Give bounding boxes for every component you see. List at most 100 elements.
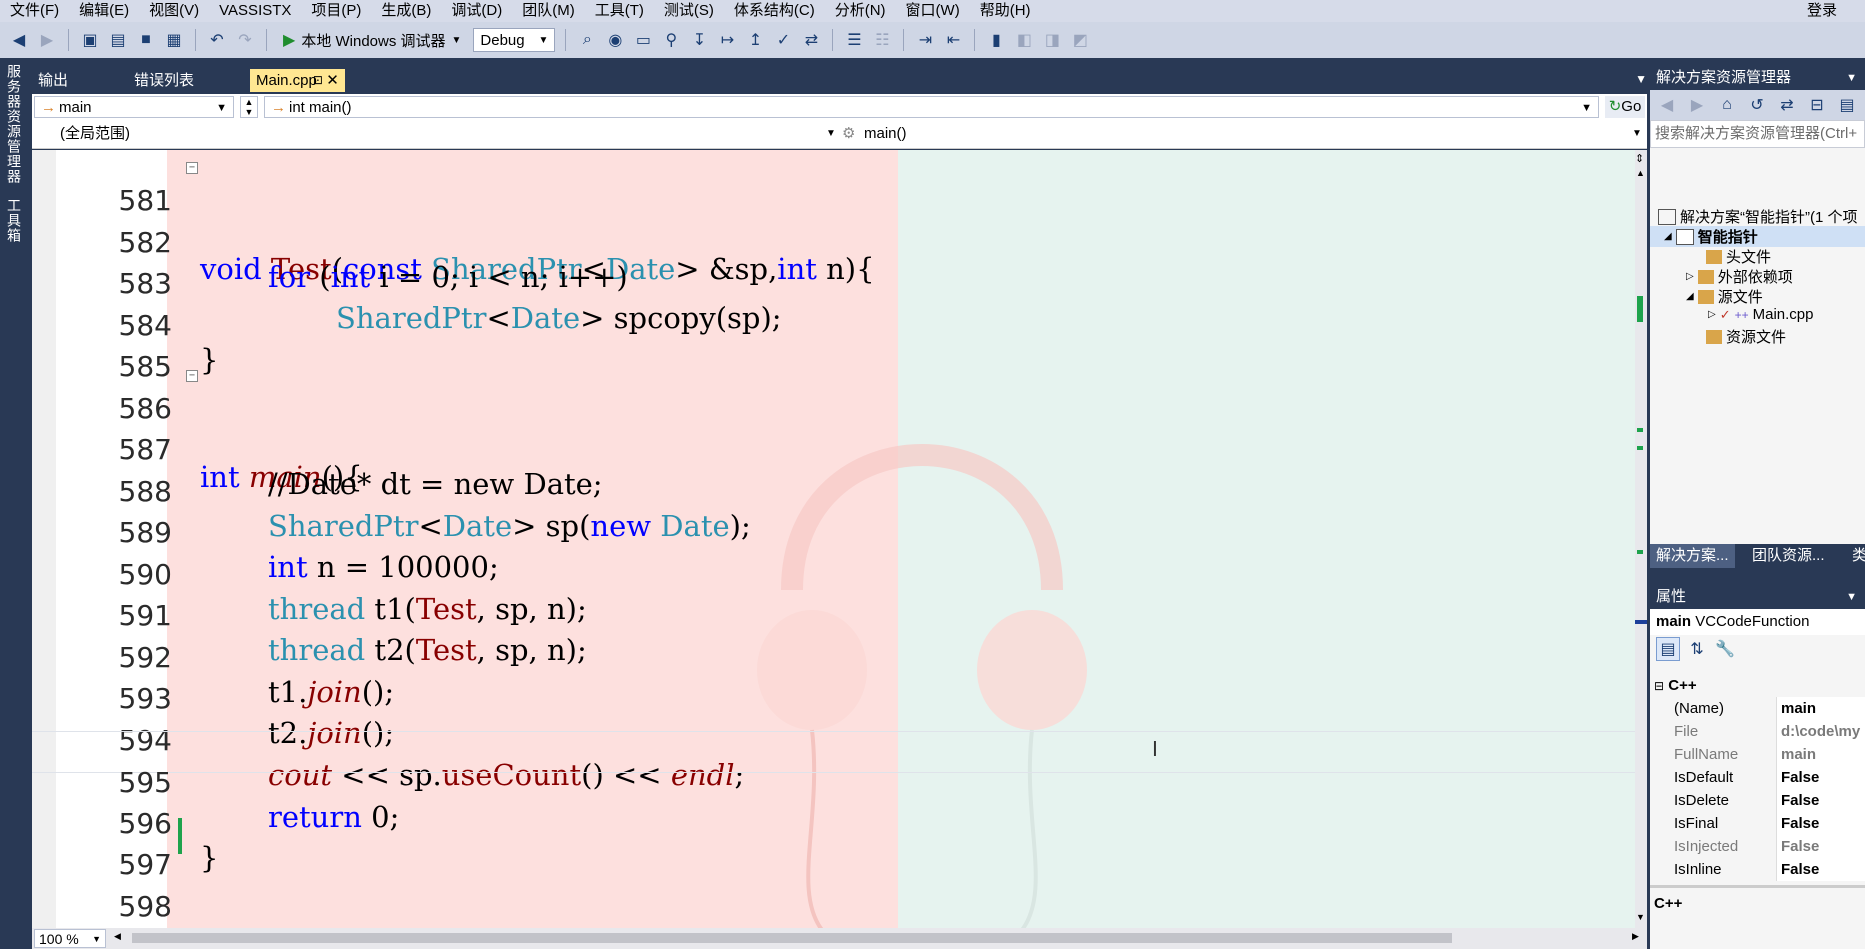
bookmark-icon[interactable]: ▮ xyxy=(985,29,1007,51)
property-row[interactable]: IsFinal False xyxy=(1650,812,1865,835)
new-project-icon[interactable]: ▣ xyxy=(79,29,101,51)
editor-horizontal-scrollbar[interactable]: 100 % ▼ ◀ ▶ xyxy=(32,928,1647,949)
menu-analyze[interactable]: 分析(N) xyxy=(825,0,896,22)
navigate-icon[interactable]: ⇄ xyxy=(800,29,822,51)
step-into-icon[interactable]: ↧ xyxy=(688,29,710,51)
find-icon[interactable]: ⌕ xyxy=(576,29,598,51)
collapse-icon[interactable]: − xyxy=(186,162,198,174)
menu-build[interactable]: 生成(B) xyxy=(371,0,441,22)
chevron-down-icon[interactable]: ▼ xyxy=(1846,66,1857,90)
property-row[interactable]: IsInline False xyxy=(1650,858,1865,881)
prev-bookmark-icon[interactable]: ◧ xyxy=(1013,29,1035,51)
menu-tools[interactable]: 工具(T) xyxy=(585,0,654,22)
menu-edit[interactable]: 编辑(E) xyxy=(69,0,139,22)
tree-external-deps[interactable]: ▷ 外部依赖项 xyxy=(1686,266,1793,287)
tab-error-list[interactable]: 错误列表 xyxy=(128,69,200,92)
chevron-down-icon[interactable]: ▼ xyxy=(1846,585,1857,609)
property-row[interactable]: FullName main xyxy=(1650,743,1865,766)
horizontal-scroll-thumb[interactable] xyxy=(132,933,1452,943)
menu-test[interactable]: 测试(S) xyxy=(654,0,724,22)
scope-select[interactable]: (全局范围) xyxy=(60,123,130,145)
code-editor[interactable]: 581 − void Test(const SharedPtr<Date> &s… xyxy=(32,150,1635,928)
chevron-down-icon[interactable]: ▼ xyxy=(826,123,836,145)
property-row[interactable]: IsDelete False xyxy=(1650,789,1865,812)
member-select[interactable]: → int main() ▼ xyxy=(264,96,1599,118)
breakpoint-icon[interactable]: ◉ xyxy=(604,29,626,51)
search-icon[interactable]: ⚲ xyxy=(660,29,682,51)
alphabetical-icon[interactable]: ⇅ xyxy=(1686,638,1708,660)
toolbox-tab[interactable]: 工具箱 xyxy=(4,198,24,243)
tree-sources[interactable]: ◢ 源文件 xyxy=(1686,286,1763,307)
editor-vertical-scrollbar[interactable]: ⇕ ▲ ▼ xyxy=(1635,150,1647,928)
step-over-icon[interactable]: ↦ xyxy=(716,29,738,51)
back-icon[interactable]: ◀ xyxy=(1656,94,1678,116)
property-row[interactable]: (Name) main xyxy=(1650,697,1865,720)
menu-window[interactable]: 窗口(W) xyxy=(896,0,970,22)
tree-resources[interactable]: 资源文件 xyxy=(1706,326,1786,347)
redo-icon[interactable]: ↷ xyxy=(234,29,256,51)
back-icon[interactable]: ◀ xyxy=(8,29,30,51)
categorized-icon[interactable]: ▤ xyxy=(1656,637,1680,661)
tree-solution[interactable]: 解决方案“智能指针”(1 个项 xyxy=(1658,206,1858,227)
properties-object-select[interactable]: main VCCodeFunction xyxy=(1650,609,1865,635)
tree-headers[interactable]: 头文件 xyxy=(1706,246,1771,267)
properties-category[interactable]: ⊟ C++ xyxy=(1654,677,1697,694)
menu-team[interactable]: 团队(M) xyxy=(512,0,585,22)
open-file-icon[interactable]: ▤ xyxy=(107,29,129,51)
uncomment-icon[interactable]: ☷ xyxy=(871,29,893,51)
forward-icon[interactable]: ▶ xyxy=(1686,94,1708,116)
scroll-left-icon[interactable]: ◀ xyxy=(114,931,121,942)
window-icon[interactable]: ▭ xyxy=(632,29,654,51)
menu-help[interactable]: 帮助(H) xyxy=(970,0,1041,22)
forward-icon[interactable]: ▶ xyxy=(36,29,58,51)
scroll-up-icon[interactable]: ▲ xyxy=(1636,168,1645,178)
collapse-icon[interactable]: − xyxy=(186,369,198,382)
tree-project[interactable]: ◢ 智能指针 xyxy=(1650,226,1865,247)
menu-view[interactable]: 视图(V) xyxy=(139,0,209,22)
properties-splitter[interactable] xyxy=(1650,885,1865,888)
menu-debug[interactable]: 调试(D) xyxy=(441,0,512,22)
zoom-select[interactable]: 100 % ▼ xyxy=(34,929,106,948)
properties-icon[interactable]: ▤ xyxy=(1836,94,1858,116)
menu-vassistx[interactable]: VASSISTX xyxy=(209,0,301,22)
chevron-down-icon[interactable]: ▼ xyxy=(1635,72,1647,86)
outdent-icon[interactable]: ⇤ xyxy=(942,29,964,51)
undo-icon[interactable]: ↶ xyxy=(206,29,228,51)
menu-project[interactable]: 项目(P) xyxy=(301,0,371,22)
property-row[interactable]: File d:\code\my xyxy=(1650,720,1865,743)
indent-icon[interactable]: ⇥ xyxy=(914,29,936,51)
close-icon[interactable]: ✕ xyxy=(326,69,339,92)
split-icon[interactable]: ⇕ xyxy=(1635,152,1644,165)
collapse-all-icon[interactable]: ⊟ xyxy=(1806,94,1828,116)
tab-output[interactable]: 输出 xyxy=(32,69,74,92)
sync-icon[interactable]: ⇄ xyxy=(1776,94,1798,116)
menu-architecture[interactable]: 体系结构(C) xyxy=(724,0,825,22)
property-row[interactable]: IsDefault False xyxy=(1650,766,1865,789)
pin-icon[interactable]: ⊡ xyxy=(313,69,323,92)
comment-icon[interactable]: ☰ xyxy=(843,29,865,51)
save-icon[interactable]: ■ xyxy=(135,29,157,51)
tab-team-explorer[interactable]: 团队资源... xyxy=(1746,544,1831,568)
function-select[interactable]: main() xyxy=(864,123,907,145)
spin-icon[interactable]: ▲ ▼ xyxy=(240,96,258,118)
menu-file[interactable]: 文件(F) xyxy=(0,0,69,22)
project-select[interactable]: → main ▼ xyxy=(34,96,234,118)
solution-configuration-select[interactable]: Debug ▼ xyxy=(473,28,556,52)
start-debugging-button[interactable]: ▶ 本地 Windows 调试器 ▼ xyxy=(277,30,467,51)
login-link[interactable]: 登录 xyxy=(1807,0,1837,22)
property-pages-icon[interactable]: 🔧 xyxy=(1714,638,1736,660)
history-icon[interactable]: ↺ xyxy=(1746,94,1768,116)
go-button[interactable]: ↻Go xyxy=(1605,96,1645,118)
next-bookmark-icon[interactable]: ◨ xyxy=(1041,29,1063,51)
scroll-right-icon[interactable]: ▶ xyxy=(1632,931,1639,942)
clear-bookmarks-icon[interactable]: ◩ xyxy=(1069,29,1091,51)
spell-check-icon[interactable]: ✓ xyxy=(772,29,794,51)
scroll-down-icon[interactable]: ▼ xyxy=(1636,912,1645,922)
tab-class-view[interactable]: 类 xyxy=(1846,544,1865,568)
step-out-icon[interactable]: ↥ xyxy=(744,29,766,51)
solution-search-input[interactable]: 搜索解决方案资源管理器(Ctrl+ xyxy=(1650,120,1865,148)
tab-solution-explorer[interactable]: 解决方案... xyxy=(1650,544,1735,568)
chevron-down-icon[interactable]: ▼ xyxy=(1632,123,1642,145)
tab-main-cpp[interactable]: Main.cpp ⊡ ✕ xyxy=(250,69,345,92)
home-icon[interactable]: ⌂ xyxy=(1716,94,1738,116)
